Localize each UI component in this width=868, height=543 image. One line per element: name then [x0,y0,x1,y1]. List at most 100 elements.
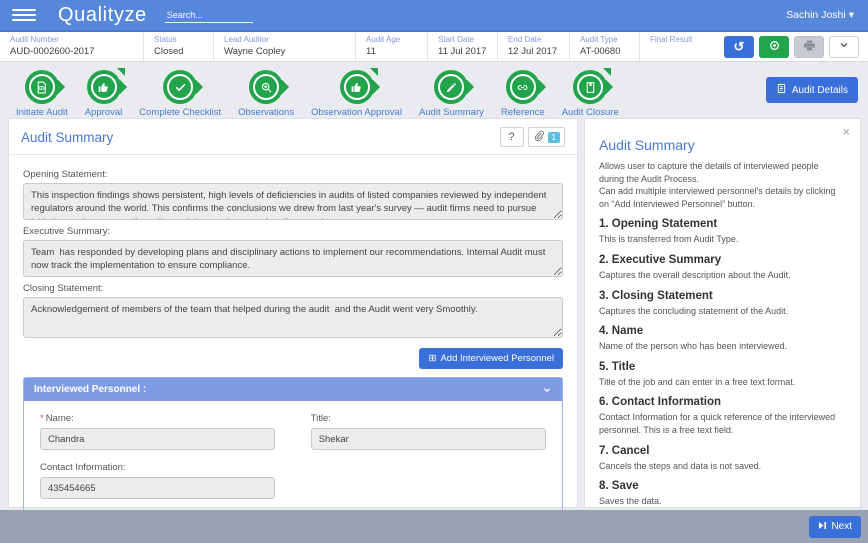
workflow-step-audit-summary[interactable]: Audit Summary [419,70,484,118]
help-panel-title: Audit Summary [599,137,695,153]
paperclip-icon [533,130,545,145]
info-field: Audit Type AT-00680 [570,32,640,61]
panel-header-actions: ? 1 [499,127,565,147]
audit-details-button[interactable]: Audit Details [765,77,858,103]
workflow-bar: Initiate Audit Approval Complete Checklist… [0,62,868,118]
next-label: Next [831,521,852,532]
info-field-label: Lead Auditor [224,35,269,44]
squared-plus-icon: ⊞ [428,353,437,364]
hamburger-menu-icon[interactable] [12,9,36,21]
info-field: Audit Number AUD-0002600-2017 [0,32,144,61]
footer-bar: Next [0,510,868,543]
contact-information-input[interactable] [40,477,276,499]
workflow-step-label: Reference [500,107,545,118]
audit-summary-panel: Audit Summary ? 1 Opening Statement: Thi… [8,118,578,518]
help-intro-paragraph: Allows user to capture the details of in… [599,161,819,184]
expand-button[interactable] [829,35,859,58]
infobar-fields: Audit Number AUD-0002600-2017 Status Closed… [0,32,724,61]
executive-summary-textarea[interactable]: Team has responded by developing plans a… [23,240,563,277]
help-item-body: Cancels the steps and data is not saved. [599,460,762,471]
help-intro: Allows user to capture the details of in… [599,160,846,210]
help-item-body: Name of the person who has been intervie… [599,341,788,352]
info-field: End Date 12 Jul 2017 [498,32,570,61]
info-field-value: AT-00680 [580,46,621,57]
panel-header: Audit Summary ? 1 [9,119,577,155]
book-icon [573,68,612,104]
workflow-step-initiate-audit[interactable]: Initiate Audit [16,70,68,118]
required-asterisk: * [40,413,44,424]
audit-info-bar: Audit Number AUD-0002600-2017 Status Closed… [0,32,868,62]
title-label: Title: [310,413,331,424]
audit-summary-form: Opening Statement: This inspection findi… [9,155,577,526]
info-field: Final Result [640,32,724,61]
page-title: Audit Summary [21,129,114,145]
question-icon: ? [508,131,515,143]
info-field-label: Final Result [650,35,693,44]
info-field-value: 11 Jul 2017 [438,46,487,57]
infobar-toolbar: ↺ [724,32,868,61]
print-button[interactable] [794,35,824,58]
info-field: Start Date 11 Jul 2017 [428,32,498,61]
add-interviewed-personnel-button[interactable]: ⊞ Add Interviewed Personnel [419,348,563,369]
interviewed-personnel-card: Interviewed Personnel : *Name: Title: [23,377,563,518]
link-icon [505,70,540,104]
audit-details-label: Audit Details [791,84,848,96]
workflow-steps: Initiate Audit Approval Complete Checklist… [16,68,636,118]
document-icon [776,83,787,97]
printer-icon [803,39,816,55]
name-input[interactable] [40,428,276,450]
help-panel: × Audit Summary Allows user to capture t… [584,118,861,508]
info-field-label: Status [154,35,177,44]
help-item-heading: 8. Save [599,480,639,493]
history-button[interactable]: ↺ [724,35,754,58]
interviewed-personnel-body: *Name: Title: Contact Information: [24,401,562,517]
info-field-value: Wayne Copley [224,46,286,57]
magnifier-plus-icon [249,70,284,104]
workflow-step-audit-closure[interactable]: Audit Closure [561,68,619,118]
info-field: Lead Auditor Wayne Copley [214,32,356,61]
help-item-heading: 4. Name [599,325,644,338]
help-item-heading: 6. Contact Information [599,396,722,409]
help-item-heading: 5. Title [599,360,636,373]
info-field-value: 11 [366,46,376,57]
top-navbar: Qualityze Sachin Joshi ▾ [0,0,868,32]
info-field-label: Audit Type [580,35,618,44]
help-item-heading: 7. Cancel [599,444,650,457]
chevron-down-icon: ▾ [848,9,854,21]
close-icon[interactable]: × [842,125,850,138]
interviewed-personnel-header[interactable]: Interviewed Personnel : [24,378,562,401]
workflow-step-label: Initiate Audit [16,107,68,118]
workflow-step-approval[interactable]: Approval [84,68,125,118]
help-item-heading: 3. Closing Statement [599,289,713,302]
workflow-step-label: Approval [84,107,123,118]
next-button[interactable]: Next [809,515,861,538]
contact-information-label: Contact Information: [40,462,126,473]
info-field-value: Closed [154,46,184,57]
thumbs-up-icon [86,68,125,104]
info-field-value: AUD-0002600-2017 [10,46,95,57]
workflow-step-observations[interactable]: Observations [238,70,294,118]
closing-statement-label: Closing Statement: [23,283,104,294]
info-field: Audit Age 11 [356,32,428,61]
workflow-step-reference[interactable]: Reference [501,70,545,118]
info-field-label: Start Date [438,35,475,44]
name-field-group: * Name: [40,413,276,450]
search-input[interactable] [164,7,253,23]
opening-statement-textarea[interactable]: This inspection findings shows persisten… [23,183,563,220]
workflow-step-observation-approval[interactable]: Observation Approval [311,68,402,118]
help-intro-paragraph: Can add multiple interviewed personnel's… [599,186,836,209]
help-button[interactable]: ? [499,127,524,147]
title-field-group: Title: [310,413,546,450]
closing-statement-textarea[interactable]: Acknowledgement of members of the team t… [23,297,563,338]
workflow-step-label: Audit Closure [561,107,619,118]
add-interviewed-personnel-label: Add Interviewed Personnel [440,353,554,364]
help-item-body: Contact Information for a quick referenc… [599,412,836,435]
user-menu[interactable]: Sachin Joshi ▾ [786,9,854,21]
circle-action-button[interactable] [759,35,789,58]
attachments-button[interactable]: 1 [527,127,565,147]
workflow-step-label: Observation Approval [311,107,402,118]
chevron-down-icon[interactable] [542,385,552,395]
workflow-step-complete-checklist[interactable]: Complete Checklist [139,70,221,118]
title-input[interactable] [310,428,546,450]
document-eye-icon [24,70,59,104]
